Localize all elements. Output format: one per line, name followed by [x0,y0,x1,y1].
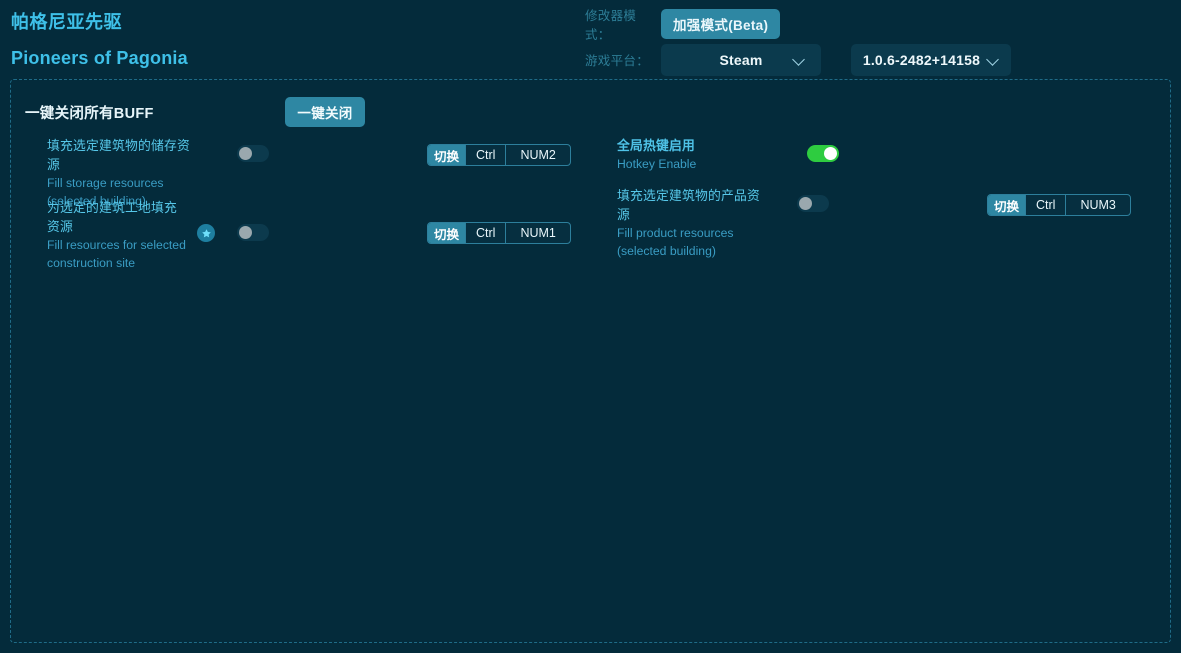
hotkey-fill-construction-resources[interactable]: 切换 Ctrl NUM1 [427,222,571,244]
game-version-dropdown[interactable]: 1.0.6-2482+14158 [851,43,1011,76]
game-platform-row: 游戏平台： Steam 1.0.6-2482+14158 [585,43,1011,76]
feature-label-group: 填充选定建筑物的产品资源 Fill product resources (sel… [595,186,770,260]
title-block: 帕格尼亚先驱 Pioneers of Pagonia [11,10,188,71]
trainer-mode-button[interactable]: 加强模式(Beta) [661,8,781,39]
header-controls: 修改器模式： 加强模式(Beta) 游戏平台： Steam 1.0.6-2482… [585,8,1011,76]
toggle-knob [799,197,812,210]
hotkey-modifier-key: Ctrl [465,145,505,165]
feature-label-en-line1: Hotkey Enable [617,157,697,171]
cheats-panel: 一键关闭所有BUFF 一键关闭 填充选定建筑物的储存资源 Fill storag… [10,79,1171,643]
one-key-close-button[interactable]: 一键关闭 [285,97,365,127]
hotkey-main-key: NUM2 [505,145,569,165]
star-icon[interactable] [197,224,215,242]
trainer-mode-row: 修改器模式： 加强模式(Beta) [585,8,1011,42]
feature-label-group: 为选定的建筑工地填充 资源 Fill resources for selecte… [25,198,200,272]
hotkey-action-label: 切换 [428,223,466,243]
feature-label-cn-line1: 为选定的建筑工地填充 [47,200,177,215]
toggle-knob [239,226,252,239]
toggle-knob [239,147,252,160]
feature-label-cn: 全局热键启用 [617,138,695,153]
game-version-value: 1.0.6-2482+14158 [862,51,981,68]
feature-toggle-hotkey-enable[interactable] [807,145,839,162]
feature-label-en-line2: (selected building) [617,244,716,258]
feature-fill-product-resources: 填充选定建筑物的产品资源 Fill product resources (sel… [595,186,1155,258]
hotkey-main-key: NUM1 [505,223,569,243]
chevron-down-icon [794,54,805,65]
feature-label-en-line1: Fill storage resources [47,176,164,190]
feature-label-en-line2: construction site [47,256,136,270]
game-platform-value: Steam [719,51,763,68]
feature-label-cn: 填充选定建筑物的产品资源 [617,188,760,222]
one-key-close-row: 一键关闭所有BUFF 一键关闭 [25,96,365,128]
app-title-cn: 帕格尼亚先驱 [11,12,122,32]
left-column: 填充选定建筑物的储存资源 Fill storage resources (sel… [25,136,585,270]
feature-label-en-line1: Fill resources for selected [47,238,186,252]
feature-toggle-fill-product-resources[interactable] [797,195,829,212]
app-header: 帕格尼亚先驱 Pioneers of Pagonia 修改器模式： 加强模式(B… [0,0,1181,78]
trainer-mode-label: 修改器模式： [585,8,637,42]
feature-fill-storage-resources: 填充选定建筑物的储存资源 Fill storage resources (sel… [25,136,585,208]
feature-label-cn: 填充选定建筑物的储存资源 [47,138,190,172]
feature-toggle-fill-storage-resources[interactable] [237,145,269,162]
game-platform-dropdown[interactable]: Steam [661,43,821,76]
hotkey-fill-product-resources[interactable]: 切换 Ctrl NUM3 [987,194,1131,216]
hotkey-modifier-key: Ctrl [1025,195,1065,215]
feature-label-cn-line2: 资源 [47,219,73,234]
feature-label-en-line1: Fill product resources [617,226,734,240]
one-key-close-label: 一键关闭所有BUFF [25,105,154,122]
hotkey-modifier-key: Ctrl [465,223,505,243]
hotkey-fill-storage-resources[interactable]: 切换 Ctrl NUM2 [427,144,571,166]
app-title-en: Pioneers of Pagonia [11,48,188,68]
game-platform-label: 游戏平台： [585,54,650,68]
hotkey-main-key: NUM3 [1065,195,1129,215]
hotkey-action-label: 切换 [428,145,466,165]
toggle-knob [824,147,837,160]
feature-hotkey-enable: 全局热键启用 Hotkey Enable [595,136,1155,186]
hotkey-action-label: 切换 [988,195,1026,215]
right-column: 全局热键启用 Hotkey Enable 填充选定建筑物的产品资源 Fill p… [595,136,1155,258]
feature-label-group: 全局热键启用 Hotkey Enable [595,136,770,173]
feature-fill-construction-resources: 为选定的建筑工地填充 资源 Fill resources for selecte… [25,198,585,270]
chevron-down-icon [988,54,999,65]
feature-toggle-fill-construction-resources[interactable] [237,224,269,241]
